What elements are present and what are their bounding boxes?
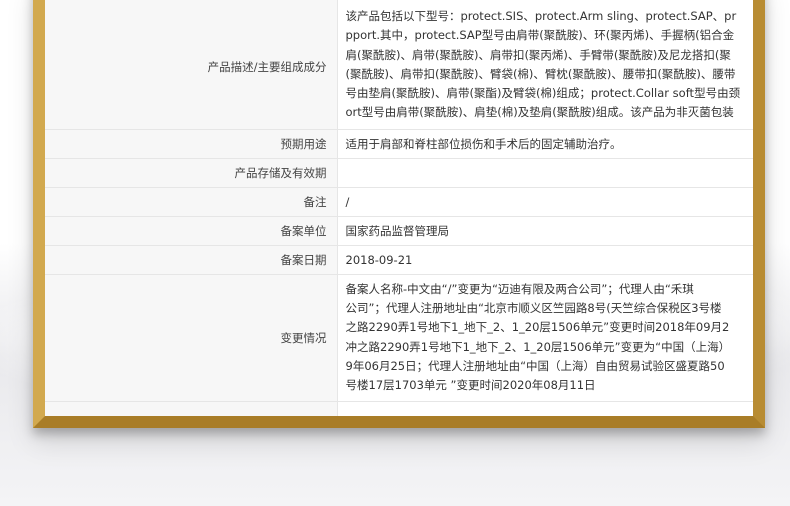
changes-line: 之路2290弄1号地下1_地下_2、1_20层1506单元”变更时间2018年0… [345,320,730,335]
row-label-intended-use: 预期用途 [45,129,338,159]
changes-line: 号楼17层1703单元 ”变更时间2020年08月11日 [345,377,596,392]
row-value-empty [337,401,753,416]
row-label-remarks: 备注 [45,187,338,217]
row-value-filing-unit: 国家药品监督管理局 [337,216,753,246]
description-line: (聚酰胺)、肩带扣(聚酰胺)、臂袋(棉)、臂枕(聚酰胺)、腰带扣(聚酰胺)、腰带 [345,66,736,81]
row-value-remarks: / [337,187,753,217]
table-row-changes: 变更情况 备案人名称-中文由“/”变更为“迈迪有限及两合公司”；代理人由“禾琪 … [45,274,753,402]
table-row-filing-unit: 备案单位 国家药品监督管理局 [45,216,753,246]
changes-line: 备案人名称-中文由“/”变更为“迈迪有限及两合公司”；代理人由“禾琪 [345,281,694,296]
row-value-storage [337,158,753,188]
table-row-description: 产品描述/主要组成成分 该产品包括以下型号：protect.SIS、protec… [45,0,753,130]
description-line: 该产品包括以下型号：protect.SIS、protect.Arm sling、… [345,9,737,24]
info-panel: 产品描述/主要组成成分 该产品包括以下型号：protect.SIS、protec… [45,0,753,416]
table-row-storage: 产品存储及有效期 [45,158,753,188]
gold-picture-frame: 产品描述/主要组成成分 该产品包括以下型号：protect.SIS、protec… [33,0,765,428]
row-label-empty [45,401,338,416]
table-row-filing-date: 备案日期 2018-09-21 [45,245,753,275]
row-value-intended-use: 适用于肩部和脊柱部位损伤和手术后的固定辅助治疗。 [337,129,753,159]
changes-line: 冲之路2290弄1号地下1_地下_2、1_20层1506单元”变更为“中国（上海… [345,339,731,354]
description-line: ort型号由肩带(聚酰胺)、肩垫(棉)及垫肩(聚酰胺)组成。该产品为非灭菌包装 [345,105,734,120]
description-line: 肩(聚酰胺)、肩带(聚酰胺)、肩带扣(聚丙烯)、手臂带(聚酰胺)及尼龙搭扣(聚 [345,47,731,62]
row-label-filing-unit: 备案单位 [45,216,338,246]
description-line: pport.其中，protect.SAP型号由肩带(聚酰胺)、环(聚丙烯)、手握… [345,28,735,43]
description-line: 号由垫肩(聚酰胺)、肩带(聚酯)及臂袋(棉)组成；protect.Collar … [345,86,741,101]
table-row-empty [45,401,753,416]
row-label-filing-date: 备案日期 [45,245,338,275]
product-info-table: 产品描述/主要组成成分 该产品包括以下型号：protect.SIS、protec… [45,0,753,416]
changes-line: 9年06月25日；代理人注册地址由“中国（上海）自由贸易试验区盛夏路50 [345,358,725,373]
row-value-description: 该产品包括以下型号：protect.SIS、protect.Arm sling、… [337,0,753,130]
row-value-changes: 备案人名称-中文由“/”变更为“迈迪有限及两合公司”；代理人由“禾琪 公司”；代… [337,274,753,402]
table-row-remarks: 备注 / [45,187,753,217]
row-label-description: 产品描述/主要组成成分 [45,0,338,130]
row-label-changes: 变更情况 [45,274,338,402]
row-value-filing-date: 2018-09-21 [337,245,753,275]
changes-line: 公司”；代理人注册地址由“北京市顺义区竺园路8号(天竺综合保税区3号楼 [345,301,722,316]
table-row-intended-use: 预期用途 适用于肩部和脊柱部位损伤和手术后的固定辅助治疗。 [45,129,753,159]
row-label-storage: 产品存储及有效期 [45,158,338,188]
